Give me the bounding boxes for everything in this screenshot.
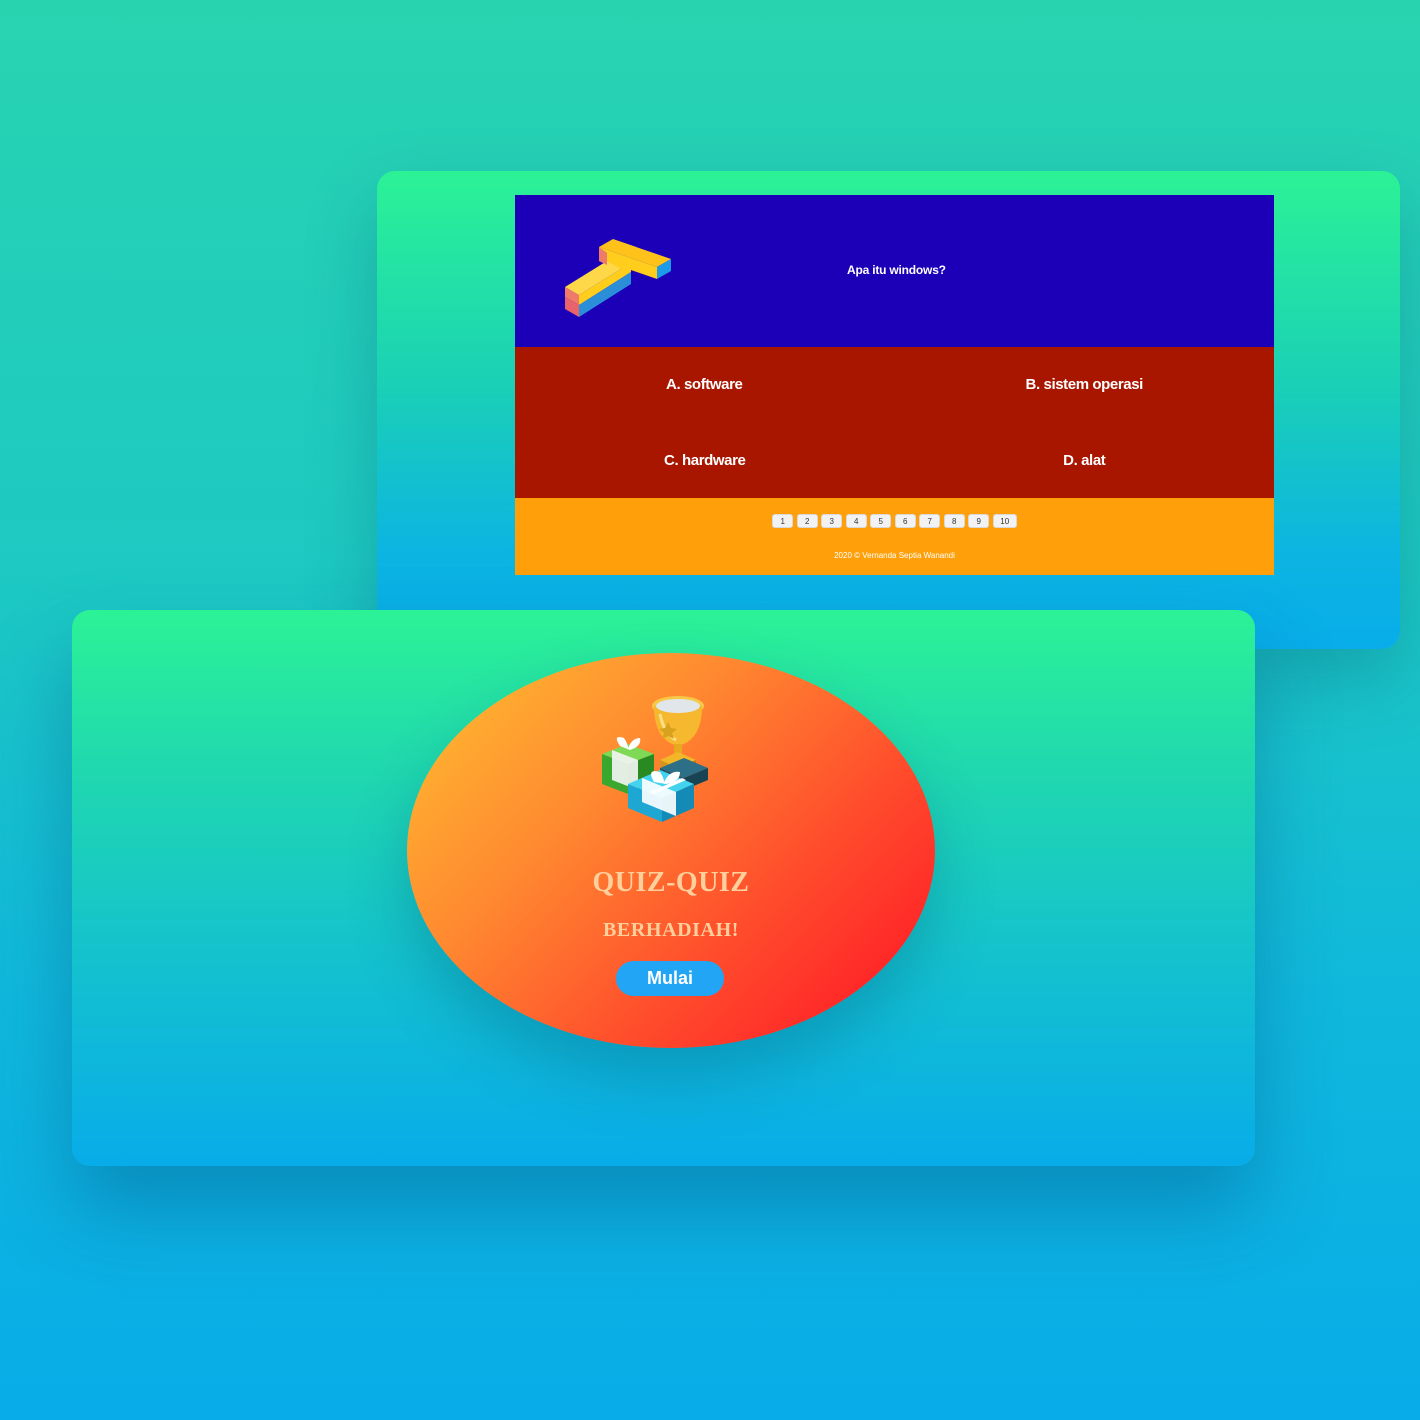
- question-pager: 1 2 3 4 5 6 7 8 9 10: [515, 514, 1274, 528]
- answer-d[interactable]: D. alat: [895, 423, 1275, 499]
- trophy-gifts-icon: [602, 696, 708, 822]
- start-subtitle: BERHADIAH!: [602, 919, 739, 941]
- page-button-9[interactable]: 9: [968, 514, 990, 528]
- start-blob: QUIZ-QUIZ BERHADIAH! Mulai: [407, 653, 935, 1048]
- answer-c[interactable]: C. hardware: [515, 423, 895, 499]
- page-button-3[interactable]: 3: [821, 514, 843, 528]
- page-button-10[interactable]: 10: [992, 514, 1017, 528]
- number-one-3d-icon: [565, 239, 671, 317]
- page-button-5[interactable]: 5: [870, 514, 892, 528]
- page-button-7[interactable]: 7: [919, 514, 941, 528]
- page-button-1[interactable]: 1: [772, 514, 794, 528]
- quiz-screen-card: Apa itu windows? A. software B. sistem o…: [377, 171, 1400, 649]
- quiz-footer: 1 2 3 4 5 6 7 8 9 10 2020 © Vernanda Sep…: [515, 498, 1274, 575]
- start-title: QUIZ-QUIZ: [592, 867, 750, 898]
- page-button-6[interactable]: 6: [894, 514, 916, 528]
- copyright-text: 2020 © Vernanda Septia Wanandi: [834, 551, 955, 560]
- page-button-2[interactable]: 2: [796, 514, 818, 528]
- answers-grid: A. software B. sistem operasi C. hardwar…: [515, 347, 1274, 498]
- answer-a[interactable]: A. software: [515, 347, 895, 423]
- quiz-panel: Apa itu windows? A. software B. sistem o…: [515, 195, 1274, 575]
- page-button-4[interactable]: 4: [845, 514, 867, 528]
- page-button-8[interactable]: 8: [943, 514, 965, 528]
- start-button[interactable]: Mulai: [616, 961, 724, 996]
- start-screen-card: QUIZ-QUIZ BERHADIAH! Mulai: [72, 610, 1255, 1166]
- answer-b[interactable]: B. sistem operasi: [895, 347, 1275, 423]
- question-header: Apa itu windows?: [515, 195, 1274, 347]
- question-text: Apa itu windows?: [847, 263, 946, 277]
